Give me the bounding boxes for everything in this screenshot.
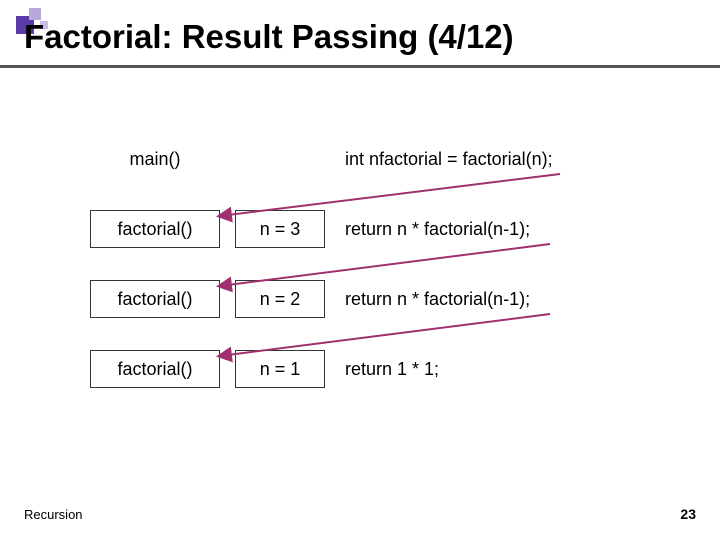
- code-text: return 1 * 1;: [345, 350, 439, 388]
- slide: Factorial: Result Passing (4/12) main() …: [0, 0, 720, 540]
- code-text: return n * factorial(n-1);: [345, 280, 530, 318]
- stack-row-main: main() int nfactorial = factorial(n);: [90, 140, 660, 182]
- footer-page-number: 23: [680, 506, 696, 522]
- func-label: factorial(): [90, 210, 220, 248]
- title-area: Factorial: Result Passing (4/12): [24, 18, 704, 56]
- page-title: Factorial: Result Passing (4/12): [24, 18, 704, 56]
- stack-row-factorial: factorial() n = 2 return n * factorial(n…: [90, 280, 660, 322]
- stack-row-factorial: factorial() n = 3 return n * factorial(n…: [90, 210, 660, 252]
- footer-label: Recursion: [24, 507, 83, 522]
- stack-row-factorial: factorial() n = 1 return 1 * 1;: [90, 350, 660, 392]
- code-text: return n * factorial(n-1);: [345, 210, 530, 248]
- state-label: n = 1: [235, 350, 325, 388]
- func-label: factorial(): [90, 280, 220, 318]
- call-stack-grid: main() int nfactorial = factorial(n); fa…: [90, 140, 660, 420]
- state-label: n = 2: [235, 280, 325, 318]
- func-label: main(): [90, 140, 220, 178]
- title-underline: [0, 65, 720, 68]
- func-label: factorial(): [90, 350, 220, 388]
- code-text: int nfactorial = factorial(n);: [345, 140, 553, 178]
- state-label: n = 3: [235, 210, 325, 248]
